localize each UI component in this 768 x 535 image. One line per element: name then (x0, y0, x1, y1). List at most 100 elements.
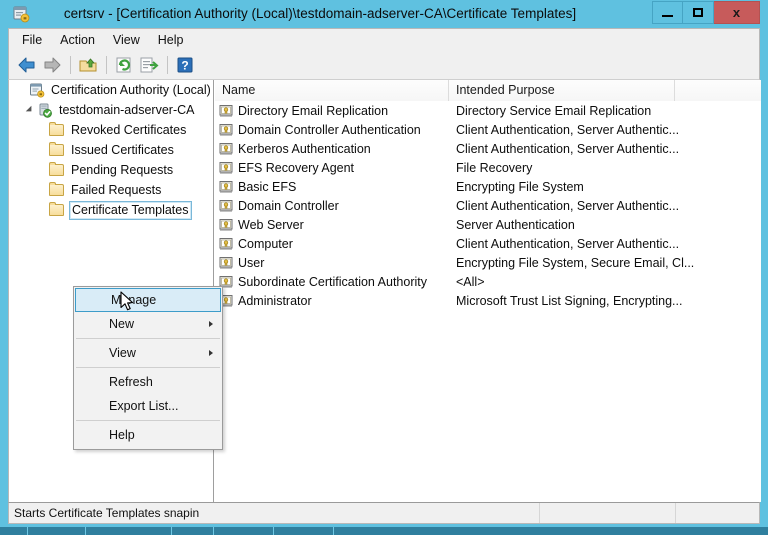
certificate-template-icon (219, 199, 233, 213)
expand-collapse-chevron-icon[interactable] (23, 100, 37, 120)
menu-action[interactable]: Action (51, 30, 104, 51)
certificate-template-icon (219, 256, 233, 270)
menu-file[interactable]: File (13, 30, 51, 51)
table-row[interactable]: Domain Controller Client Authentication, … (215, 196, 761, 215)
cell-template-name: Domain Controller Authentication (215, 123, 449, 137)
table-row[interactable]: Domain Controller Authentication Client A… (215, 120, 761, 139)
up-one-level-button[interactable] (76, 53, 100, 77)
certificate-templates-list-pane[interactable]: Name Intended Purpose Directory Email Re… (215, 80, 761, 502)
tree-item-pending-requests[interactable]: Pending Requests (9, 160, 213, 180)
toolbar-separator (70, 56, 71, 74)
table-row[interactable]: Kerberos Authentication Client Authentica… (215, 139, 761, 158)
maximize-button[interactable] (683, 1, 714, 24)
context-menu-separator (76, 420, 220, 421)
context-menu-item-export-list[interactable]: Export List... (74, 394, 222, 418)
tree-item-label: Failed Requests (71, 183, 162, 197)
menu-help[interactable]: Help (149, 30, 193, 51)
cell-template-name: Basic EFS (215, 180, 449, 194)
mmc-console-icon (12, 5, 30, 23)
template-name-label: Directory Email Replication (238, 103, 389, 118)
status-bar: Starts Certificate Templates snapin (8, 502, 760, 524)
cell-template-name: Directory Email Replication (215, 104, 449, 118)
cell-template-name: Administrator (215, 294, 449, 308)
minimize-button[interactable] (652, 1, 683, 24)
tree-item-failed-requests[interactable]: Failed Requests (9, 180, 213, 200)
cell-template-name: Domain Controller (215, 199, 449, 213)
tree-item-certification-authority-local[interactable]: Certification Authority (Local) (9, 80, 213, 100)
taskbar-item[interactable] (28, 527, 86, 535)
table-row[interactable]: Computer Client Authentication, Server Au… (215, 234, 761, 253)
table-row[interactable]: EFS Recovery Agent File Recovery (215, 158, 761, 177)
tree-item-label: Issued Certificates (71, 143, 174, 157)
cell-intended-purpose: Encrypting File System, Secure Email, Cl… (456, 255, 695, 270)
context-menu-separator (76, 367, 220, 368)
cell-intended-purpose: Microsoft Trust List Signing, Encrypting… (456, 293, 683, 308)
taskbar[interactable] (0, 527, 768, 535)
taskbar-item[interactable] (0, 527, 28, 535)
context-menu-item-new[interactable]: New (74, 312, 222, 336)
folder-icon (49, 182, 66, 198)
taskbar-item[interactable] (274, 527, 334, 535)
cell-intended-purpose: Client Authentication, Server Authentic.… (456, 141, 680, 156)
help-button[interactable]: ? (173, 53, 197, 77)
cell-template-name: Kerberos Authentication (215, 142, 449, 156)
certificate-template-icon (219, 142, 233, 156)
cell-intended-purpose: Client Authentication, Server Authentic.… (456, 198, 680, 213)
toolbar: ? (8, 51, 760, 80)
column-header-name[interactable]: Name (215, 80, 449, 101)
export-list-button[interactable] (137, 53, 161, 77)
tree-item-label: Revoked Certificates (71, 123, 187, 137)
list-rows-container: Directory Email Replication Directory Ser… (215, 101, 761, 502)
cell-template-name: Computer (215, 237, 449, 251)
context-menu-item-view[interactable]: View (74, 341, 222, 365)
menu-view[interactable]: View (104, 30, 149, 51)
table-row[interactable]: Subordinate Certification Authority <All> (215, 272, 761, 291)
ca-server-icon (37, 102, 54, 118)
table-row[interactable]: Basic EFS Encrypting File System (215, 177, 761, 196)
context-menu-item-help[interactable]: Help (74, 423, 222, 447)
tree-item-issued-certificates[interactable]: Issued Certificates (9, 140, 213, 160)
table-row[interactable]: Administrator Microsoft Trust List Signin… (215, 291, 761, 310)
cell-intended-purpose: Directory Service Email Replication (456, 103, 652, 118)
template-name-label: User (238, 255, 265, 270)
cell-intended-purpose: File Recovery (456, 160, 533, 175)
cell-template-name: Subordinate Certification Authority (215, 275, 449, 289)
cell-template-name: Web Server (215, 218, 449, 232)
title-bar: certsrv - [Certification Authority (Loca… (0, 0, 768, 28)
window-title: certsrv - [Certification Authority (Loca… (63, 6, 577, 21)
context-menu-item-label: New (109, 317, 135, 331)
folder-icon (49, 202, 66, 218)
certificate-template-icon (219, 237, 233, 251)
close-button[interactable]: x (714, 1, 760, 24)
window-controls: x (652, 1, 760, 25)
tree-item-label: Certification Authority (Local) (51, 83, 211, 97)
template-name-label: Administrator (238, 293, 312, 308)
table-row[interactable]: Directory Email Replication Directory Ser… (215, 101, 761, 120)
template-name-label: Computer (238, 236, 293, 251)
forward-button[interactable] (40, 53, 64, 77)
certificate-template-icon (219, 180, 233, 194)
tree-item-revoked-certificates[interactable]: Revoked Certificates (9, 120, 213, 140)
tree-item-certificate-templates[interactable]: Certificate Templates (9, 200, 213, 220)
column-header-empty[interactable] (675, 80, 761, 101)
context-menu-item-manage[interactable]: Manage (75, 288, 221, 312)
context-menu-item-label: View (109, 346, 136, 360)
context-menu-item-refresh[interactable]: Refresh (74, 370, 222, 394)
taskbar-item[interactable] (214, 527, 274, 535)
column-header-intended-purpose[interactable]: Intended Purpose (449, 80, 675, 101)
taskbar-empty[interactable] (334, 527, 768, 535)
table-row[interactable]: Web Server Server Authentication (215, 215, 761, 234)
refresh-button[interactable] (112, 53, 136, 77)
tree-item-testdomain-adserver-ca[interactable]: testdomain-adserver-CA (9, 100, 213, 120)
template-name-label: EFS Recovery Agent (238, 160, 355, 175)
template-name-label: Domain Controller Authentication (238, 122, 421, 137)
submenu-arrow-icon (209, 321, 213, 327)
table-row[interactable]: User Encrypting File System, Secure Email… (215, 253, 761, 272)
taskbar-item[interactable] (172, 527, 214, 535)
certificate-template-icon (219, 218, 233, 232)
back-button[interactable] (15, 53, 39, 77)
cell-intended-purpose: Client Authentication, Server Authentic.… (456, 236, 680, 251)
taskbar-item[interactable] (86, 527, 172, 535)
list-column-header-row: Name Intended Purpose (215, 80, 761, 101)
context-menu[interactable]: Manage New View Refresh Export List... H… (73, 286, 223, 450)
